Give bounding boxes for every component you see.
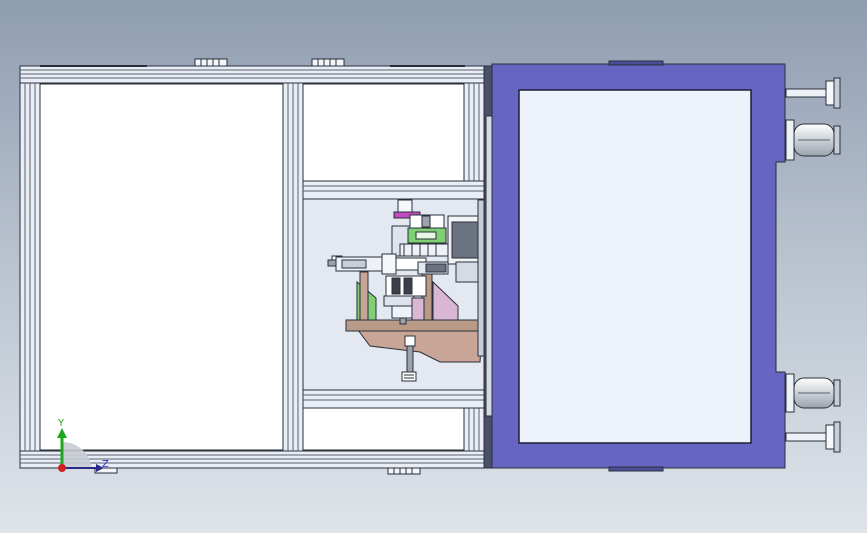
caster-wheel-bottom[interactable] [785, 373, 841, 413]
z-axis-label: Z [102, 459, 109, 470]
caster-wheel-top[interactable] [785, 119, 841, 161]
origin-dot [58, 464, 66, 472]
y-axis-label: Y [57, 418, 65, 429]
side-door-panel[interactable] [483, 60, 786, 472]
leveling-foot-top[interactable] [785, 77, 841, 109]
cad-viewport[interactable]: Y Z [0, 0, 867, 533]
leveling-foot-bottom[interactable] [785, 421, 841, 453]
model-canvas[interactable]: Y Z [0, 0, 867, 533]
